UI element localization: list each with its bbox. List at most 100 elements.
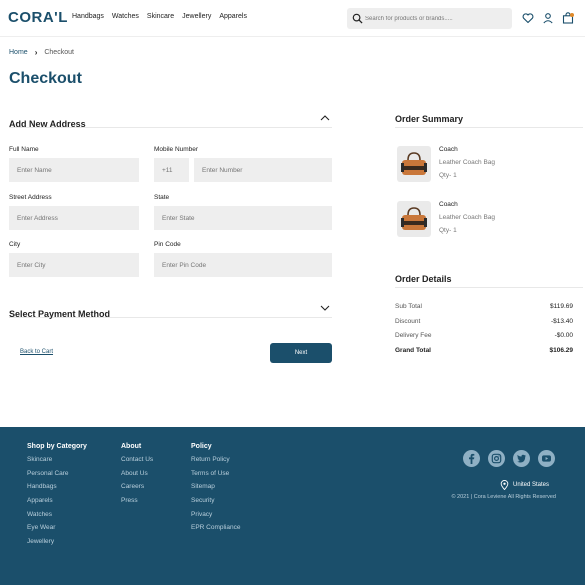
footer-link-sitemap[interactable]: Sitemap	[191, 483, 241, 497]
grand-total-row: Grand Total $106.29	[395, 347, 573, 362]
footer-link-security[interactable]: Security	[191, 497, 241, 511]
product-image[interactable]	[397, 201, 431, 237]
nav-watches[interactable]: Watches	[112, 13, 139, 20]
subtotal-label: Sub Total	[395, 303, 422, 310]
instagram-icon[interactable]	[488, 450, 505, 467]
item-brand: Coach	[439, 201, 458, 208]
address-section-title: Add New Address	[9, 119, 86, 129]
order-details: Sub Total $119.69 Discount -$13.40 Deliv…	[395, 303, 573, 361]
pin-code-input[interactable]	[154, 253, 332, 277]
footer-link-apparels[interactable]: Apparels	[27, 497, 87, 511]
country-selector[interactable]: United States	[500, 480, 549, 490]
footer-category-heading: Shop by Category	[27, 443, 87, 450]
country-code-input[interactable]	[154, 158, 189, 182]
header-actions	[522, 11, 574, 24]
nav-skincare[interactable]: Skincare	[147, 13, 174, 20]
street-address-input[interactable]	[9, 206, 139, 230]
youtube-icon[interactable]	[538, 450, 555, 467]
state-label: State	[154, 194, 170, 201]
delivery-fee-label: Delivery Fee	[395, 332, 432, 339]
footer-link-privacy[interactable]: Privacy	[191, 511, 241, 525]
search-icon[interactable]	[352, 13, 363, 24]
discount-label: Discount	[395, 317, 421, 325]
main-nav: Handbags Watches Skincare Jewellery Appa…	[72, 13, 247, 20]
pin-code-label: Pin Code	[154, 241, 181, 248]
order-details-title: Order Details	[395, 274, 583, 288]
city-input[interactable]	[9, 253, 139, 277]
location-pin-icon	[500, 480, 509, 490]
footer-category-column: Shop by Category Skincare Personal Care …	[27, 443, 87, 552]
product-image[interactable]	[397, 146, 431, 182]
footer-link-skincare[interactable]: Skincare	[27, 456, 87, 470]
payment-section-header[interactable]: Select Payment Method	[9, 304, 332, 319]
subtotal-row: Sub Total $119.69	[395, 303, 573, 318]
discount-row: Discount -$13.40	[395, 318, 573, 333]
grand-total-value: $106.29	[549, 346, 574, 354]
subtotal-value: $119.69	[549, 303, 573, 310]
chevron-down-icon[interactable]	[320, 304, 330, 312]
city-label: City	[9, 241, 21, 248]
footer-link-jewellery[interactable]: Jewellery	[27, 538, 87, 552]
breadcrumb-home[interactable]: Home	[9, 49, 28, 56]
nav-jewellery[interactable]: Jewellery	[182, 13, 211, 20]
copyright-text: © 2021 | Cora Leviene All Rights Reserve…	[451, 494, 556, 500]
next-button[interactable]: Next	[270, 343, 332, 363]
mobile-number-label: Mobile Number	[154, 146, 199, 153]
full-name-input[interactable]	[9, 158, 139, 182]
footer-link-epr-compliance[interactable]: EPR Compliance	[191, 524, 241, 538]
delivery-fee-row: Delivery Fee -$0.00	[395, 332, 573, 347]
item-quantity: Qty- 1	[439, 227, 457, 234]
site-footer: Shop by Category Skincare Personal Care …	[0, 427, 585, 585]
handbag-icon	[401, 207, 427, 230]
item-brand: Coach	[439, 146, 458, 153]
summary-item: Coach Leather Coach Bag Qty- 1	[397, 201, 577, 241]
footer-link-watches[interactable]: Watches	[27, 511, 87, 525]
search-box	[347, 8, 512, 29]
back-to-cart-link[interactable]: Back to Cart	[20, 349, 53, 355]
breadcrumb-current: Checkout	[44, 49, 74, 56]
footer-about-column: About Contact Us About Us Careers Press	[121, 443, 153, 511]
footer-link-eye-wear[interactable]: Eye Wear	[27, 524, 87, 538]
mobile-number-input[interactable]	[194, 158, 332, 182]
street-address-label: Street Address	[9, 194, 52, 201]
search-input[interactable]	[365, 11, 505, 26]
twitter-icon[interactable]	[513, 450, 530, 467]
footer-link-about-us[interactable]: About Us	[121, 470, 153, 484]
order-summary-title: Order Summary	[395, 114, 583, 128]
grand-total-label: Grand Total	[395, 346, 431, 354]
cart-bag-icon[interactable]	[562, 11, 574, 24]
brand-logo[interactable]: CORA'L	[8, 9, 68, 26]
site-header: CORA'L Handbags Watches Skincare Jewelle…	[0, 0, 585, 37]
country-label: United States	[513, 482, 550, 488]
social-links	[463, 450, 555, 467]
footer-link-contact-us[interactable]: Contact Us	[121, 456, 153, 470]
nav-handbags[interactable]: Handbags	[72, 13, 104, 20]
handbag-icon	[401, 152, 427, 175]
footer-policy-column: Policy Return Policy Terms of Use Sitema…	[191, 443, 241, 538]
footer-about-heading: About	[121, 443, 142, 450]
user-account-icon[interactable]	[542, 11, 554, 24]
footer-link-terms-of-use[interactable]: Terms of Use	[191, 470, 241, 484]
item-name: Leather Coach Bag	[439, 159, 496, 166]
footer-link-personal-care[interactable]: Personal Care	[27, 470, 87, 484]
delivery-fee-value: -$0.00	[554, 332, 573, 339]
facebook-icon[interactable]	[463, 450, 480, 467]
address-section-header[interactable]: Add New Address	[9, 114, 332, 129]
summary-item: Coach Leather Coach Bag Qty- 1	[397, 146, 577, 186]
state-input[interactable]	[154, 206, 332, 230]
full-name-label: Full Name	[9, 146, 39, 153]
chevron-up-icon[interactable]	[320, 114, 330, 122]
nav-apparels[interactable]: Apparels	[219, 13, 247, 20]
page-title: Checkout	[9, 70, 82, 87]
wishlist-heart-icon[interactable]	[522, 11, 534, 24]
breadcrumb-separator: ›	[34, 48, 38, 57]
footer-policy-heading: Policy	[191, 443, 212, 450]
breadcrumb: Home › Checkout	[9, 48, 74, 57]
footer-link-return-policy[interactable]: Return Policy	[191, 456, 241, 470]
footer-link-handbags[interactable]: Handbags	[27, 483, 87, 497]
footer-link-careers[interactable]: Careers	[121, 483, 153, 497]
payment-section-title: Select Payment Method	[9, 309, 111, 319]
item-quantity: Qty- 1	[439, 172, 457, 179]
footer-link-press[interactable]: Press	[121, 497, 153, 511]
discount-value: -$13.40	[550, 317, 573, 325]
